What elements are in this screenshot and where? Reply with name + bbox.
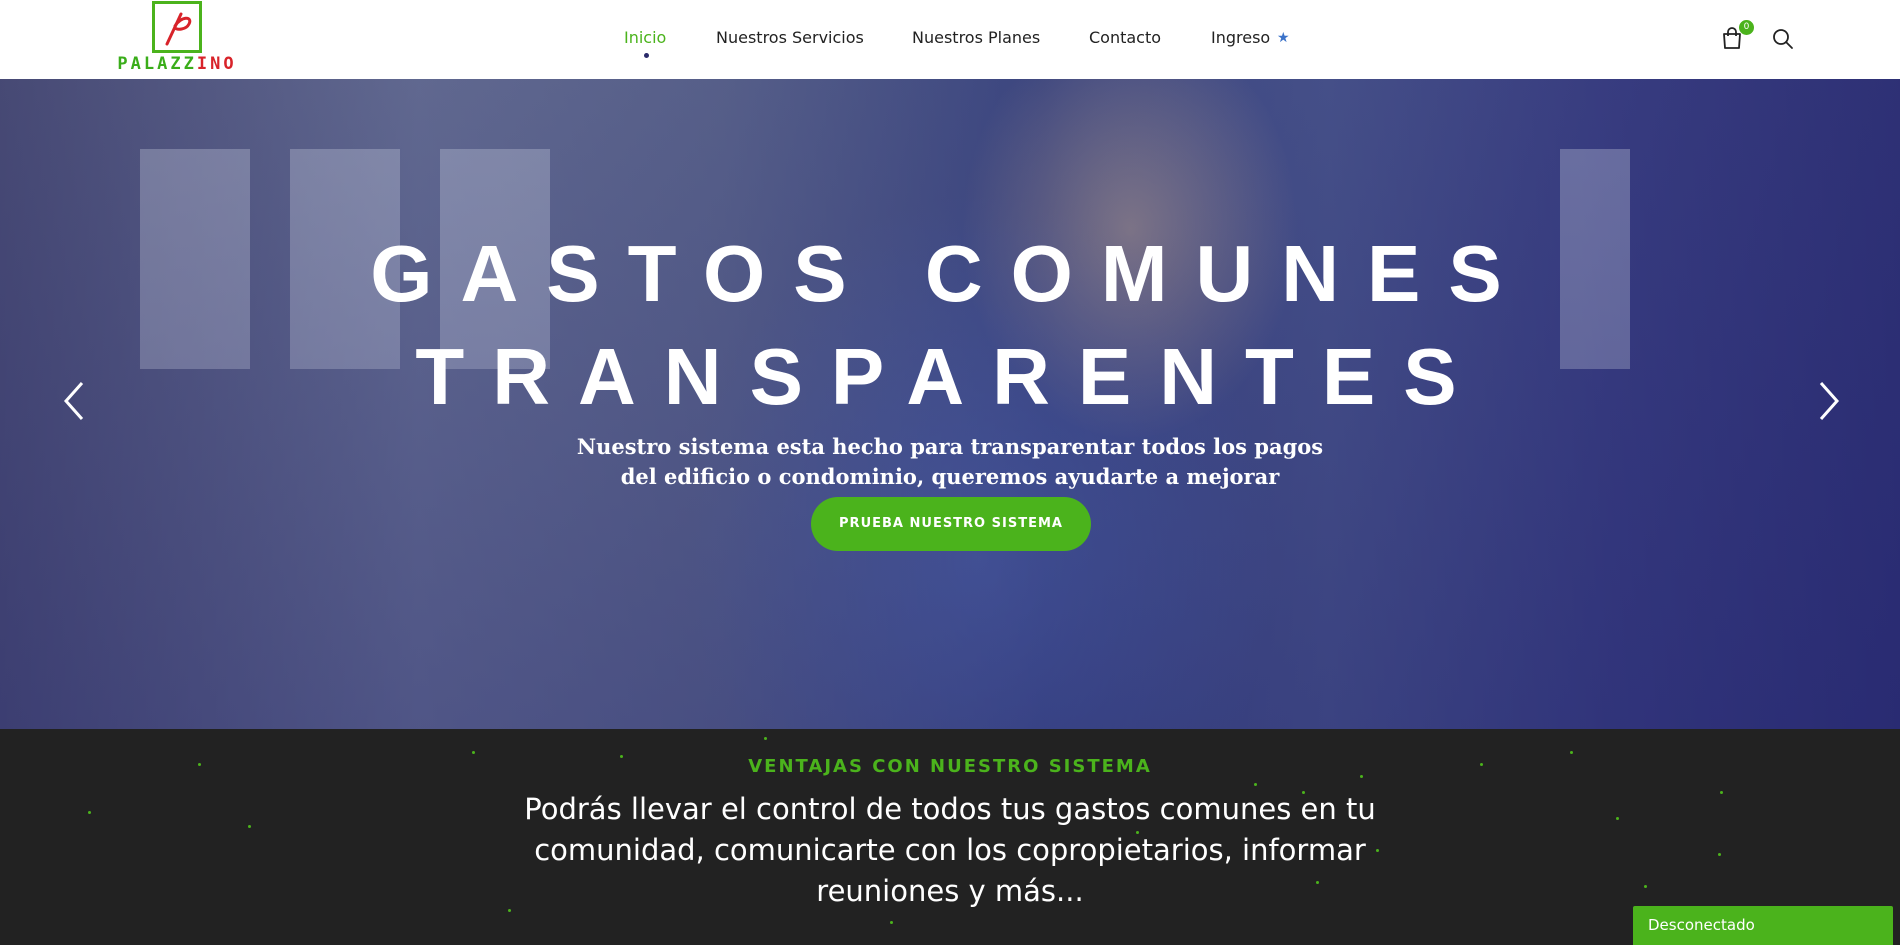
try-system-button[interactable]: PRUEBA NUESTRO SISTEMA — [811, 497, 1091, 551]
chevron-left-icon[interactable] — [60, 379, 90, 423]
active-indicator — [644, 53, 649, 58]
nav-item-ingreso-label: Ingreso — [1211, 28, 1271, 47]
advantages-section: VENTAJAS CON NUESTRO SISTEMA Podrás llev… — [0, 729, 1900, 945]
logo-p-icon — [165, 12, 192, 46]
section-description: Podrás llevar el control de todos tus ga… — [524, 792, 1376, 908]
nav-item-ingreso[interactable]: Ingreso ★ — [1211, 28, 1290, 47]
particle — [472, 751, 475, 754]
hero-title-line2: TRANSPARENTES — [415, 332, 1485, 421]
chevron-right-icon[interactable] — [1813, 379, 1843, 423]
hero-title-line1: GASTOS COMUNES — [370, 229, 1530, 318]
search-icon[interactable] — [1772, 28, 1794, 50]
particle — [1720, 791, 1723, 794]
particle — [1718, 853, 1721, 856]
particle — [1570, 751, 1573, 754]
nav-item-inicio[interactable]: Inicio — [624, 28, 666, 47]
particle — [764, 737, 767, 740]
logo-text: PALAZZINO — [117, 54, 237, 74]
section-kicker: VENTAJAS CON NUESTRO SISTEMA — [748, 756, 1152, 777]
chat-status-tab[interactable]: Desconectado — [1633, 906, 1893, 945]
hero-subtitle: Nuestro sistema esta hecho para transpar… — [560, 432, 1340, 492]
particle — [88, 811, 91, 814]
nav-item-contacto[interactable]: Contacto — [1089, 28, 1161, 47]
particle — [890, 921, 893, 924]
particle — [1644, 885, 1647, 888]
hero-subtitle-line1: Nuestro sistema esta hecho para transpar… — [576, 434, 1324, 459]
hero-subtitle-line2: del edificio o condominio, queremos ayud… — [620, 464, 1280, 489]
hero-slider: GASTOS COMUNES TRANSPARENTES Nuestro sis… — [0, 79, 1900, 729]
particle — [248, 825, 251, 828]
logo[interactable]: PALAZZINO — [112, 0, 242, 76]
star-icon: ★ — [1277, 30, 1290, 46]
logo-mark — [152, 1, 202, 53]
site-header: PALAZZINO Inicio Nuestros Servicios Nues… — [0, 0, 1900, 79]
cart-count-badge: 0 — [1739, 20, 1754, 35]
particle — [1254, 783, 1257, 786]
particle — [1616, 817, 1619, 820]
nav-item-planes[interactable]: Nuestros Planes — [912, 28, 1040, 47]
nav-item-servicios[interactable]: Nuestros Servicios — [716, 28, 864, 47]
